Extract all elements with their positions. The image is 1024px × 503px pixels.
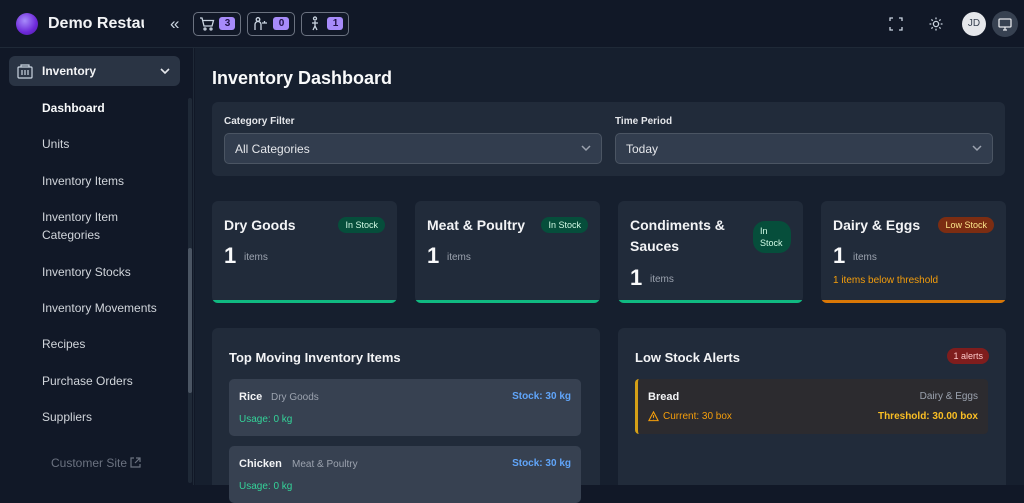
top-bar: Demo Restaurant « 3 0 1 JD: [0, 0, 1024, 48]
item-stock: Stock: 30 kg: [512, 458, 571, 469]
category-card-dry-goods[interactable]: Dry Goods In Stock 1 items: [212, 201, 397, 303]
page-title: Inventory Dashboard: [212, 68, 393, 88]
chevron-down-icon: [581, 145, 591, 152]
sidebar-item-dashboard[interactable]: Dashboard: [42, 99, 105, 117]
category-card-meat-poultry[interactable]: Meat & Poultry In Stock 1 items: [415, 201, 600, 303]
sun-icon[interactable]: [916, 4, 956, 44]
filters-panel: Category Filter All Categories Time Peri…: [212, 102, 1005, 176]
sidebar-item-inventory-movements[interactable]: Inventory Movements: [42, 299, 157, 317]
chevron-down-icon: [160, 64, 170, 78]
low-stock-panel: Low Stock Alerts 1 alerts Bread Dairy & …: [618, 328, 1006, 485]
cart-counter-button[interactable]: 3: [193, 11, 242, 36]
top-moving-panel: Top Moving Inventory Items Rice Dry Good…: [212, 328, 600, 503]
status-badge: In Stock: [753, 221, 791, 253]
sidebar-group-label: Inventory: [42, 64, 97, 78]
card-count: 1: [833, 243, 846, 268]
inventory-box-icon: [17, 64, 33, 79]
card-title: Dairy & Eggs: [833, 217, 921, 233]
alert-threshold: Threshold: 30.00 box: [877, 411, 978, 422]
item-name: Chicken: [239, 458, 282, 470]
status-bar: [821, 300, 1006, 303]
alert-item-category: Dairy & Eggs: [919, 391, 978, 402]
sidebar-item-inventory-items[interactable]: Inventory Items: [42, 172, 124, 190]
item-category: Dry Goods: [271, 392, 319, 403]
status-badge: In Stock: [338, 217, 385, 233]
card-unit: items: [447, 252, 471, 263]
sidebar-item-inventory-stocks[interactable]: Inventory Stocks: [42, 263, 131, 281]
low-stock-alert[interactable]: Bread Dairy & Eggs Current: 30 box Thres…: [635, 379, 988, 434]
low-stock-note: 1 items below threshold: [833, 275, 939, 286]
sidebar-item-units[interactable]: Units: [42, 135, 69, 153]
card-unit: items: [650, 274, 674, 285]
customer-site-label: Customer Site: [51, 456, 128, 470]
waiter-counter-button[interactable]: 0: [247, 11, 296, 36]
collapse-sidebar-icon[interactable]: «: [170, 14, 179, 34]
time-period-label: Time Period: [615, 116, 673, 127]
category-filter-value: All Categories: [235, 141, 310, 156]
sidebar-item-suppliers[interactable]: Suppliers: [42, 408, 92, 426]
item-name: Rice: [239, 391, 263, 403]
sidebar-item-inventory-item-categories[interactable]: Inventory Item Categories: [42, 208, 152, 244]
time-period-value: Today: [626, 141, 659, 156]
list-item[interactable]: Rice Dry Goods Stock: 30 kg Usage: 0 kg: [229, 379, 581, 436]
card-unit: items: [853, 252, 877, 263]
item-usage: Usage: 0 kg: [239, 414, 293, 425]
alerts-count-badge: 1 alerts: [947, 348, 989, 364]
brand-name: Demo Restaurant: [48, 14, 144, 32]
waiter-count: 0: [273, 17, 290, 30]
walkin-count: 1: [327, 17, 344, 30]
card-unit: items: [244, 252, 268, 263]
card-count: 1: [224, 243, 237, 268]
card-title: Condiments & Sauces: [630, 217, 725, 254]
monitor-icon[interactable]: [992, 10, 1018, 37]
alert-current-text: Current: 30 box: [663, 411, 732, 422]
category-filter-label: Category Filter: [224, 116, 295, 127]
top-moving-title: Top Moving Inventory Items: [229, 350, 401, 365]
avatar[interactable]: JD: [962, 11, 986, 36]
item-usage: Usage: 0 kg: [239, 481, 293, 492]
sidebar-item-recipes[interactable]: Recipes: [42, 335, 85, 353]
brand-logo: [16, 12, 38, 35]
status-bar: [212, 300, 397, 303]
chevron-down-icon: [972, 145, 982, 152]
external-link-icon: [130, 457, 141, 468]
category-card-dairy-eggs[interactable]: Dairy & Eggs Low Stock 1 items 1 items b…: [821, 201, 1006, 303]
alert-item-name: Bread: [648, 391, 680, 403]
category-card-condiments-sauces[interactable]: Condiments & Sauces In Stock 1 items: [618, 201, 803, 303]
time-period-select[interactable]: Today: [615, 133, 993, 164]
card-count: 1: [630, 265, 643, 290]
customer-site-link[interactable]: Customer Site: [51, 456, 141, 470]
fullscreen-icon[interactable]: [876, 4, 916, 44]
status-bar: [415, 300, 600, 303]
status-badge: In Stock: [541, 217, 588, 233]
walkin-counter-button[interactable]: 1: [301, 11, 350, 36]
sidebar-group-inventory[interactable]: Inventory: [9, 56, 180, 86]
person-walking-icon: [312, 15, 319, 30]
category-filter-select[interactable]: All Categories: [224, 133, 602, 164]
card-title: Meat & Poultry: [427, 217, 526, 233]
item-stock: Stock: 30 kg: [512, 391, 571, 402]
order-counters: 3 0 1: [193, 11, 350, 36]
card-count: 1: [427, 243, 440, 268]
status-bar: [618, 300, 803, 303]
low-stock-title: Low Stock Alerts: [635, 350, 740, 365]
cart-icon: [200, 16, 215, 31]
list-item[interactable]: Chicken Meat & Poultry Stock: 30 kg Usag…: [229, 446, 581, 503]
card-title: Dry Goods: [224, 217, 296, 233]
alert-current: Current: 30 box: [648, 411, 732, 422]
waiter-icon: [254, 16, 268, 30]
warning-icon: [648, 411, 659, 422]
main-content: Inventory Dashboard Category Filter All …: [195, 48, 1024, 503]
item-category: Meat & Poultry: [292, 459, 358, 470]
sidebar: Inventory Dashboard Units Inventory Item…: [0, 48, 194, 485]
sidebar-item-purchase-orders[interactable]: Purchase Orders: [42, 372, 133, 390]
cart-count: 3: [219, 17, 236, 30]
sidebar-scrollbar[interactable]: [188, 248, 192, 393]
status-badge: Low Stock: [938, 217, 994, 233]
brand[interactable]: Demo Restaurant: [0, 12, 190, 35]
